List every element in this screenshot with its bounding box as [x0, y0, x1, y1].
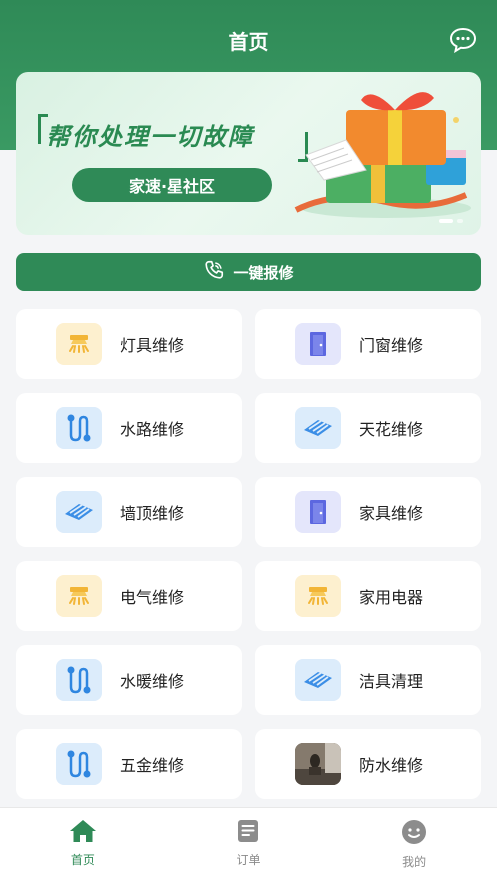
ceiling-icon	[56, 491, 102, 533]
lamp-icon	[295, 575, 341, 617]
service-card[interactable]: 电气维修	[16, 561, 242, 631]
service-label: 家用电器	[359, 588, 424, 607]
phone-icon	[203, 259, 225, 285]
service-label: 水路维修	[120, 420, 185, 439]
banner-headline: 帮你处理一切故障	[46, 123, 254, 151]
service-card[interactable]: 墙顶维修	[16, 477, 242, 547]
service-card[interactable]: 五金维修	[16, 729, 242, 799]
service-label: 门窗维修	[359, 336, 424, 355]
service-label: 墙顶维修	[120, 504, 185, 523]
header: 首页	[0, 0, 497, 80]
service-grid: 灯具维修 门窗维修水路维修 天花维修墙顶维修 家具维修电气维修 家用电器水暖维修 洁具清理…	[16, 309, 481, 799]
service-label: 洁具清理	[359, 672, 424, 691]
service-label: 灯具维修	[120, 336, 185, 355]
tab-label: 我的	[402, 855, 427, 869]
pipe-icon	[56, 407, 102, 449]
bottom-tab-bar: 首页 订单 我的	[0, 807, 497, 883]
pipe-icon	[56, 743, 102, 785]
service-card[interactable]: 家具维修	[255, 477, 481, 547]
door-icon	[295, 323, 341, 365]
order-icon	[235, 818, 261, 848]
tab-order[interactable]: 订单	[188, 808, 308, 868]
service-label: 天花维修	[359, 420, 424, 439]
carousel-dot-active	[439, 219, 453, 223]
ceiling-icon	[295, 407, 341, 449]
service-card[interactable]: 灯具维修	[16, 309, 242, 379]
tab-profile[interactable]: 我的	[354, 808, 474, 870]
service-card[interactable]: 水路维修	[16, 393, 242, 463]
service-card[interactable]: 门窗维修	[255, 309, 481, 379]
photo-thumbnail	[295, 743, 341, 785]
service-label: 水暖维修	[120, 672, 185, 691]
service-card[interactable]: 防水维修	[255, 729, 481, 799]
tab-label: 订单	[236, 853, 261, 867]
service-card[interactable]: 天花维修	[255, 393, 481, 463]
service-label: 家具维修	[359, 504, 424, 523]
banner-brand-pill: 家速·星社区	[72, 168, 272, 202]
home-icon	[68, 818, 98, 848]
service-card[interactable]: 家用电器	[255, 561, 481, 631]
page-title: 首页	[228, 29, 269, 54]
service-label: 电气维修	[120, 588, 185, 607]
service-label: 五金维修	[120, 756, 185, 775]
service-card[interactable]: 洁具清理	[255, 645, 481, 715]
tab-home[interactable]: 首页	[23, 808, 143, 868]
lamp-icon	[56, 575, 102, 617]
carousel-dot	[457, 219, 463, 223]
service-card[interactable]: 水暖维修	[16, 645, 242, 715]
pipe-icon	[56, 659, 102, 701]
carousel-indicator	[439, 219, 463, 223]
profile-icon	[400, 818, 428, 850]
tab-label: 首页	[70, 853, 95, 867]
promo-banner[interactable]: 帮你处理一切故障 家速·星社区	[16, 72, 481, 235]
lamp-icon	[56, 323, 102, 365]
door-icon	[295, 491, 341, 533]
chat-bubble-icon[interactable]	[449, 27, 477, 54]
ceiling-icon	[295, 659, 341, 701]
one-click-repair-button[interactable]: 一键报修	[16, 253, 481, 291]
repair-button-label: 一键报修	[233, 263, 294, 282]
service-label: 防水维修	[359, 756, 424, 775]
gift-box-illustration	[294, 92, 471, 218]
